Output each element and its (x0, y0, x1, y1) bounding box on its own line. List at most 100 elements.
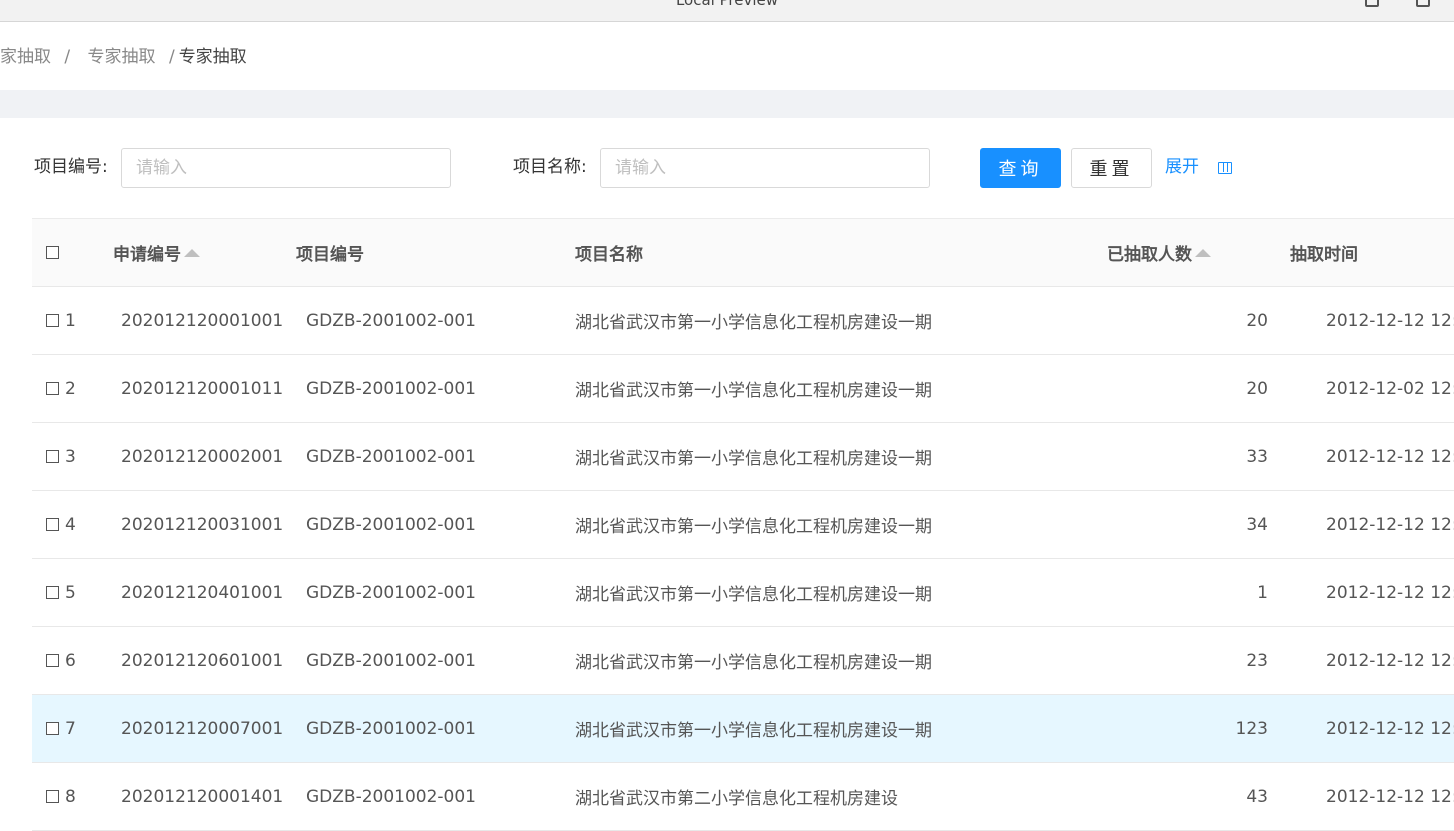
header-apply-no-label: 申请编号 (113, 245, 181, 265)
row-checkbox[interactable] (46, 382, 59, 395)
cell-apply-no: 202012120001001 (113, 286, 296, 355)
window-title: Local Preview (675, 0, 779, 9)
cell-extract-time: 2012-12-12 12:30 (1270, 626, 1454, 695)
row-index: 8 (65, 786, 76, 807)
row-select-cell[interactable]: 1 (32, 286, 113, 355)
table-header-row: 申请编号 项目编号 项目名称 已抽取人数 抽取时间 (32, 218, 1454, 287)
row-index: 1 (65, 310, 76, 331)
cell-project-code: GDZB-2001002-001 (296, 762, 575, 831)
row-checkbox[interactable] (46, 722, 59, 735)
cell-project-code: GDZB-2001002-001 (296, 626, 575, 695)
cell-project-name: 湖北省武汉市第一小学信息化工程机房建设一期 (575, 490, 1107, 559)
table-row[interactable]: 8 202012120001401 GDZB-2001002-001 湖北省武汉市第二… (32, 762, 1454, 831)
table-row[interactable]: 3 202012120002001 GDZB-2001002-001 湖北省武汉市第一… (32, 422, 1454, 491)
cell-extracted-count: 20 (1107, 354, 1270, 423)
header-project-code-label: 项目编号 (296, 245, 364, 265)
cell-project-code: GDZB-2001002-001 (296, 694, 575, 763)
cell-project-name: 湖北省武汉市第一小学信息化工程机房建设一期 (575, 422, 1107, 491)
header-apply-no[interactable]: 申请编号 (113, 218, 296, 287)
section-divider-band (0, 90, 1454, 118)
cell-project-code: GDZB-2001002-001 (296, 286, 575, 355)
row-checkbox[interactable] (46, 314, 59, 327)
cell-extract-time: 2012-12-12 12:30 (1270, 694, 1454, 763)
project-code-label: 项目编号: (34, 157, 108, 177)
project-name-input[interactable] (600, 148, 930, 188)
row-checkbox[interactable] (46, 450, 59, 463)
cell-project-code: GDZB-2001002-001 (296, 490, 575, 559)
row-select-cell[interactable]: 7 (32, 694, 113, 763)
cell-extract-time: 2012-12-12 12:30 (1270, 422, 1454, 491)
cell-project-code: GDZB-2001002-001 (296, 354, 575, 423)
cell-extract-time: 2012-12-12 12:30 (1270, 286, 1454, 355)
table-row[interactable]: 2 202012120001011 GDZB-2001002-001 湖北省武汉市第一… (32, 354, 1454, 423)
cell-project-name: 湖北省武汉市第一小学信息化工程机房建设一期 (575, 626, 1107, 695)
cell-extract-time: 2012-12-12 12:30 (1270, 490, 1454, 559)
cell-project-name: 湖北省武汉市第一小学信息化工程机房建设一期 (575, 694, 1107, 763)
cell-extract-time: 2012-12-12 12:30 (1270, 762, 1454, 831)
query-button[interactable]: 查询 (980, 148, 1061, 188)
row-select-cell[interactable]: 8 (32, 762, 113, 831)
header-extract-time: 抽取时间 (1270, 218, 1454, 287)
row-select-cell[interactable]: 5 (32, 558, 113, 627)
breadcrumb-current: 专家抽取 (178, 47, 247, 67)
row-index: 4 (65, 514, 76, 535)
cell-project-name: 湖北省武汉市第一小学信息化工程机房建设一期 (575, 558, 1107, 627)
cell-apply-no: 202012120002001 (113, 422, 296, 491)
table-row[interactable]: 7 202012120007001 GDZB-2001002-001 湖北省武汉市第一… (32, 694, 1454, 763)
sort-up-icon[interactable] (1195, 249, 1211, 257)
expand-link[interactable]: 展开 (1165, 154, 1199, 180)
table-body: 1 202012120001001 GDZB-2001002-001 湖北省武汉市第一… (32, 286, 1454, 831)
row-index: 2 (65, 378, 76, 399)
row-checkbox[interactable] (46, 790, 59, 803)
table-row[interactable]: 4 202012120031001 GDZB-2001002-001 湖北省武汉市第一… (32, 490, 1454, 559)
data-table: 申请编号 项目编号 项目名称 已抽取人数 抽取时间 1 2020121200010… (32, 218, 1454, 831)
window-export-icon[interactable] (1416, 0, 1430, 7)
cell-apply-no: 202012120401001 (113, 558, 296, 627)
cell-extract-time: 2012-12-02 12:30 (1270, 354, 1454, 423)
breadcrumb-item[interactable]: 家抽取 (0, 47, 51, 67)
row-index: 5 (65, 582, 76, 603)
cell-project-code: GDZB-2001002-001 (296, 558, 575, 627)
breadcrumb: 家抽取 / 专家抽取 / 专家抽取 (0, 44, 247, 70)
breadcrumb-separator: / (64, 47, 71, 67)
cell-extracted-count: 123 (1107, 694, 1270, 763)
row-select-cell[interactable]: 4 (32, 490, 113, 559)
row-select-cell[interactable]: 2 (32, 354, 113, 423)
expand-icon[interactable] (1218, 162, 1232, 174)
header-project-code: 项目编号 (296, 218, 575, 287)
cell-extracted-count: 33 (1107, 422, 1270, 491)
header-extracted-count[interactable]: 已抽取人数 (1107, 218, 1270, 287)
select-all-checkbox[interactable] (46, 246, 59, 259)
project-name-label: 项目名称: (513, 157, 587, 177)
sort-up-icon[interactable] (184, 249, 200, 257)
row-checkbox[interactable] (46, 518, 59, 531)
row-checkbox[interactable] (46, 586, 59, 599)
cell-extracted-count: 23 (1107, 626, 1270, 695)
table-row[interactable]: 6 202012120601001 GDZB-2001002-001 湖北省武汉市第一… (32, 626, 1454, 695)
cell-extracted-count: 34 (1107, 490, 1270, 559)
window-title-bar: Local Preview (0, 0, 1454, 22)
header-select-all[interactable] (32, 218, 113, 287)
cell-apply-no: 202012120601001 (113, 626, 296, 695)
breadcrumb-item[interactable]: 专家抽取 (88, 47, 156, 67)
row-select-cell[interactable]: 3 (32, 422, 113, 491)
header-extracted-count-label: 已抽取人数 (1107, 245, 1192, 265)
cell-extracted-count: 20 (1107, 286, 1270, 355)
header-project-name: 项目名称 (575, 218, 1107, 287)
row-index: 7 (65, 718, 76, 739)
window-document-icon[interactable] (1365, 0, 1379, 7)
table-row[interactable]: 1 202012120001001 GDZB-2001002-001 湖北省武汉市第一… (32, 286, 1454, 355)
reset-button[interactable]: 重置 (1071, 148, 1152, 188)
row-checkbox[interactable] (46, 654, 59, 667)
header-project-name-label: 项目名称 (575, 245, 643, 265)
row-index: 3 (65, 446, 76, 467)
breadcrumb-separator: / (168, 47, 175, 67)
table-row[interactable]: 5 202012120401001 GDZB-2001002-001 湖北省武汉市第一… (32, 558, 1454, 627)
cell-project-name: 湖北省武汉市第一小学信息化工程机房建设一期 (575, 354, 1107, 423)
cell-project-name: 湖北省武汉市第二小学信息化工程机房建设 (575, 762, 1107, 831)
cell-apply-no: 202012120001401 (113, 762, 296, 831)
project-code-input[interactable] (121, 148, 451, 188)
cell-extract-time: 2012-12-12 12:30 (1270, 558, 1454, 627)
row-index: 6 (65, 650, 76, 671)
row-select-cell[interactable]: 6 (32, 626, 113, 695)
